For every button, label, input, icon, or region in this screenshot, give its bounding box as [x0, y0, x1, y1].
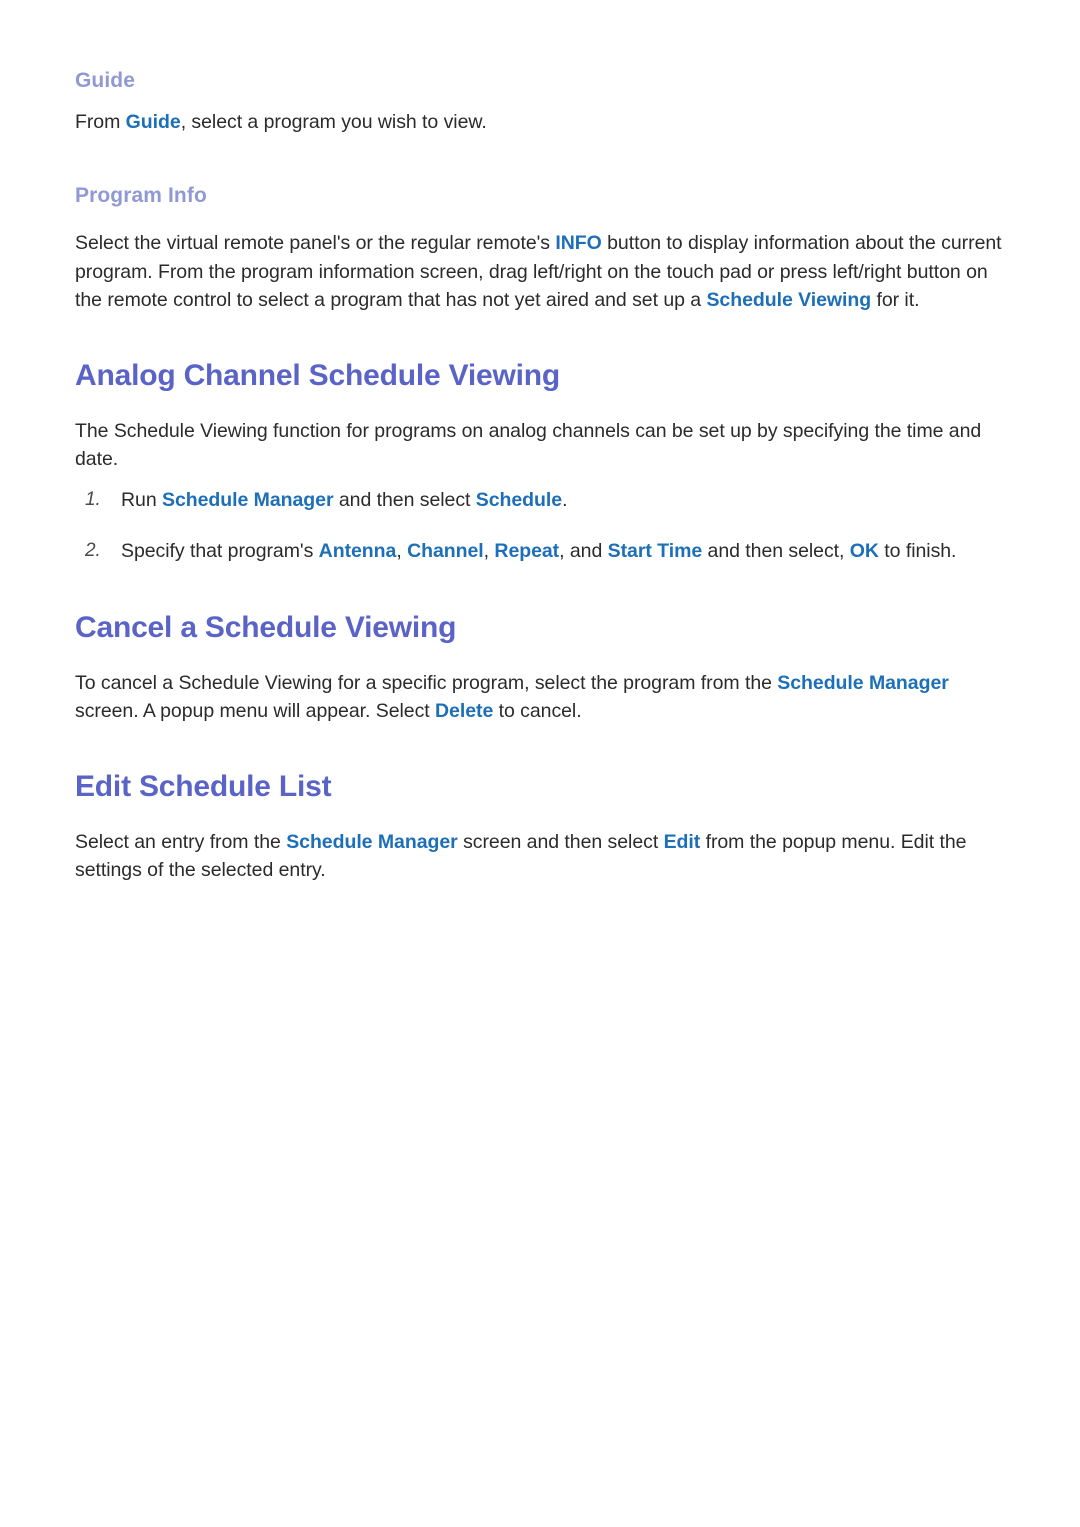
ref-schedule-manager[interactable]: Schedule Manager — [162, 489, 334, 511]
ref-start-time[interactable]: Start Time — [608, 540, 703, 562]
text-fragment: Select an entry from the — [75, 830, 287, 853]
ref-delete[interactable]: Delete — [435, 700, 493, 722]
ref-schedule-viewing[interactable]: Schedule Viewing — [706, 289, 871, 311]
text-fragment: for it. — [871, 289, 920, 312]
text-fragment: Specify that program's — [121, 539, 319, 562]
heading-cancel-a-schedule-viewing: Cancel a Schedule Viewing — [75, 611, 457, 645]
text-fragment: , — [396, 539, 408, 562]
text-fragment: From — [75, 111, 126, 134]
text-fragment: to cancel. — [493, 700, 582, 723]
heading-edit-schedule-list: Edit Schedule List — [75, 770, 332, 804]
subheading-program-info: Program Info — [75, 183, 207, 207]
paragraph-guide: From Guide, select a program you wish to… — [75, 108, 1005, 137]
ref-repeat[interactable]: Repeat — [494, 540, 559, 562]
text-fragment: . — [562, 488, 568, 511]
text-fragment: To cancel a Schedule Viewing for a speci… — [75, 671, 778, 694]
text-fragment: to finish. — [878, 539, 957, 562]
text-fragment: and then select, — [702, 539, 850, 562]
ref-guide[interactable]: Guide — [126, 111, 181, 133]
list-item: 1. Run Schedule Manager and then select S… — [75, 486, 1005, 515]
analog-steps-list: 1. Run Schedule Manager and then select S… — [75, 486, 1005, 565]
heading-analog-channel-schedule-viewing: Analog Channel Schedule Viewing — [75, 359, 560, 393]
section-guide: Guide From Guide, select a program you w… — [75, 68, 1005, 137]
section-cancel-schedule-viewing: Cancel a Schedule Viewing To cancel a Sc… — [75, 609, 1005, 726]
ref-schedule-manager[interactable]: Schedule Manager — [286, 831, 458, 853]
subheading-guide: Guide — [75, 69, 136, 92]
list-item: 2. Specify that program's Antenna, Channe… — [75, 537, 1005, 566]
ref-info-button[interactable]: INFO — [555, 232, 601, 254]
section-program-info: Program Info Select the virtual remote p… — [75, 183, 1005, 315]
ref-schedule-manager[interactable]: Schedule Manager — [777, 672, 949, 694]
text-fragment: , — [483, 539, 495, 562]
ref-edit[interactable]: Edit — [664, 831, 701, 853]
text-fragment: screen and then select — [457, 830, 664, 853]
text-fragment: , and — [559, 539, 608, 562]
paragraph-edit-schedule-list: Select an entry from the Schedule Manage… — [75, 828, 1005, 885]
text-fragment: Run — [121, 488, 162, 511]
ref-channel[interactable]: Channel — [407, 540, 484, 562]
text-fragment: , select a program you wish to view. — [180, 111, 487, 134]
section-edit-schedule-list: Edit Schedule List Select an entry from … — [75, 768, 1005, 885]
ref-antenna[interactable]: Antenna — [319, 540, 397, 562]
document-page: Guide From Guide, select a program you w… — [0, 0, 1080, 1527]
text-fragment: and then select — [333, 488, 476, 511]
text-fragment: screen. A popup menu will appear. Select — [75, 700, 436, 723]
paragraph-cancel-schedule: To cancel a Schedule Viewing for a speci… — [75, 669, 1005, 726]
ref-ok[interactable]: OK — [850, 540, 879, 562]
step-number: 2. — [85, 539, 101, 561]
text-fragment: Select the virtual remote panel's or the… — [75, 232, 556, 255]
document-content: Guide From Guide, select a program you w… — [75, 68, 1005, 885]
section-analog-channel: Analog Channel Schedule Viewing The Sche… — [75, 357, 1005, 565]
step-number: 1. — [85, 488, 101, 510]
top-spacer — [75, 0, 1005, 68]
paragraph-program-info: Select the virtual remote panel's or the… — [75, 229, 1005, 315]
ref-schedule[interactable]: Schedule — [476, 489, 562, 511]
paragraph-analog-intro: The Schedule Viewing function for progra… — [75, 419, 982, 471]
